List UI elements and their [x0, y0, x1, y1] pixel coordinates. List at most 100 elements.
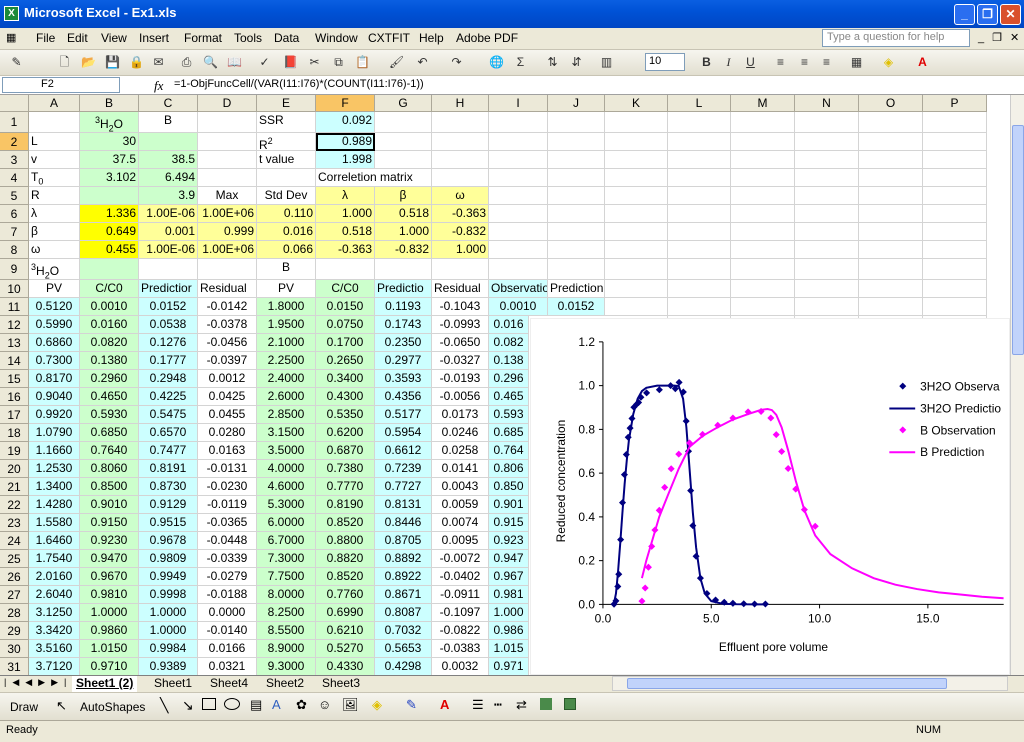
row-header-25[interactable]: 25 — [0, 550, 29, 568]
column-header-c[interactable]: C — [139, 95, 198, 112]
cell-i17[interactable]: 0.593 — [489, 406, 529, 424]
cell-f5[interactable]: λ — [316, 187, 375, 205]
empty-cell[interactable] — [859, 241, 923, 259]
empty-cell[interactable] — [795, 280, 859, 298]
cell-b22[interactable]: 0.9010 — [80, 496, 139, 514]
cell-c29[interactable]: 1.0000 — [139, 622, 198, 640]
cell-c15[interactable]: 0.2948 — [139, 370, 198, 388]
row-header-13[interactable]: 13 — [0, 334, 29, 352]
cell-i21[interactable]: 0.850 — [489, 478, 529, 496]
empty-cell[interactable] — [923, 205, 987, 223]
empty-cell[interactable] — [795, 169, 859, 187]
empty-cell[interactable] — [548, 169, 605, 187]
cell-a10[interactable]: PV — [29, 280, 80, 298]
cell-d29[interactable]: -0.0140 — [198, 622, 257, 640]
cell-c25[interactable]: 0.9809 — [139, 550, 198, 568]
cell-i16[interactable]: 0.465 — [489, 388, 529, 406]
research-book-icon[interactable]: 📕 — [282, 54, 299, 71]
tab-sheet2[interactable]: Sheet2 — [262, 676, 309, 692]
cell-a24[interactable]: 1.6460 — [29, 532, 80, 550]
empty-cell[interactable] — [489, 151, 548, 169]
cell-i22[interactable]: 0.901 — [489, 496, 529, 514]
empty-cell[interactable] — [198, 151, 257, 169]
cell-b20[interactable]: 0.8060 — [80, 460, 139, 478]
cell-f20[interactable]: 0.7380 — [316, 460, 375, 478]
empty-cell[interactable] — [923, 298, 987, 316]
empty-cell[interactable] — [923, 112, 987, 133]
empty-cell[interactable] — [923, 133, 987, 151]
empty-cell[interactable] — [795, 205, 859, 223]
empty-cell[interactable] — [859, 133, 923, 151]
vertical-scrollbar[interactable] — [1010, 95, 1024, 675]
cell-i18[interactable]: 0.685 — [489, 424, 529, 442]
italic-icon[interactable]: I — [720, 54, 737, 71]
row-header-7[interactable]: 7 — [0, 223, 29, 241]
cell-f29[interactable]: 0.6210 — [316, 622, 375, 640]
cell-c6[interactable]: 1.00E-06 — [139, 205, 198, 223]
cell-a12[interactable]: 0.5990 — [29, 316, 80, 334]
cell-e25[interactable]: 7.3000 — [257, 550, 316, 568]
empty-cell[interactable] — [859, 223, 923, 241]
cell-f19[interactable]: 0.6870 — [316, 442, 375, 460]
cell-f2[interactable]: 0.989 — [316, 133, 375, 151]
cell-i30[interactable]: 1.015 — [489, 640, 529, 658]
underline-icon[interactable]: U — [742, 54, 759, 71]
cell-g27[interactable]: 0.8671 — [375, 586, 432, 604]
row-header-1[interactable]: 1 — [0, 112, 29, 133]
menu-insert[interactable]: Insert — [139, 31, 169, 45]
cell-a8[interactable]: ω — [29, 241, 80, 259]
cell-b4[interactable]: 3.102 — [80, 169, 139, 187]
cell-g8[interactable]: -0.832 — [375, 241, 432, 259]
autoshapes-menu[interactable]: AutoShapes — [80, 700, 145, 714]
cell-b23[interactable]: 0.9150 — [80, 514, 139, 532]
cell-d22[interactable]: -0.0119 — [198, 496, 257, 514]
row-header-3[interactable]: 3 — [0, 151, 29, 169]
empty-cell[interactable] — [548, 205, 605, 223]
cell-h17[interactable]: 0.0173 — [432, 406, 489, 424]
empty-cell[interactable] — [668, 241, 731, 259]
cell-a28[interactable]: 3.1250 — [29, 604, 80, 622]
cell-c8[interactable]: 1.00E-06 — [139, 241, 198, 259]
cell-e19[interactable]: 3.5000 — [257, 442, 316, 460]
cell-d20[interactable]: -0.0131 — [198, 460, 257, 478]
cell-b27[interactable]: 0.9810 — [80, 586, 139, 604]
row-header-22[interactable]: 22 — [0, 496, 29, 514]
row-header-23[interactable]: 23 — [0, 514, 29, 532]
cell-g16[interactable]: 0.4356 — [375, 388, 432, 406]
fill-color-icon[interactable]: ◈ — [880, 54, 897, 71]
cell-f18[interactable]: 0.6200 — [316, 424, 375, 442]
row-header-12[interactable]: 12 — [0, 316, 29, 334]
cell-g18[interactable]: 0.5954 — [375, 424, 432, 442]
column-header-p[interactable]: P — [923, 95, 987, 112]
empty-cell[interactable] — [668, 187, 731, 205]
cell-g20[interactable]: 0.7239 — [375, 460, 432, 478]
cell-g14[interactable]: 0.2977 — [375, 352, 432, 370]
empty-cell[interactable] — [548, 223, 605, 241]
cell-e20[interactable]: 4.0000 — [257, 460, 316, 478]
cell-g23[interactable]: 0.8446 — [375, 514, 432, 532]
cell-g26[interactable]: 0.8922 — [375, 568, 432, 586]
cell-d18[interactable]: 0.0280 — [198, 424, 257, 442]
cell-h31[interactable]: 0.0032 — [432, 658, 489, 675]
cell-g21[interactable]: 0.7727 — [375, 478, 432, 496]
cell-f31[interactable]: 0.4330 — [316, 658, 375, 675]
cell-j11[interactable]: 0.0152 — [548, 298, 605, 316]
cell-e18[interactable]: 3.1500 — [257, 424, 316, 442]
cell-d27[interactable]: -0.0188 — [198, 586, 257, 604]
cell-g5[interactable]: β — [375, 187, 432, 205]
cell-h5[interactable]: ω — [432, 187, 489, 205]
cell-g7[interactable]: 1.000 — [375, 223, 432, 241]
cell-h16[interactable]: -0.0056 — [432, 388, 489, 406]
cell-c17[interactable]: 0.5475 — [139, 406, 198, 424]
cell-a17[interactable]: 0.9920 — [29, 406, 80, 424]
column-header-a[interactable]: A — [29, 95, 80, 112]
column-header-m[interactable]: M — [731, 95, 795, 112]
empty-cell[interactable] — [432, 151, 489, 169]
empty-cell[interactable] — [859, 112, 923, 133]
empty-cell[interactable] — [29, 112, 80, 133]
cell-a5[interactable]: R — [29, 187, 80, 205]
cell-c28[interactable]: 1.0000 — [139, 604, 198, 622]
empty-cell[interactable] — [795, 151, 859, 169]
empty-cell[interactable] — [489, 205, 548, 223]
empty-cell[interactable] — [731, 169, 795, 187]
